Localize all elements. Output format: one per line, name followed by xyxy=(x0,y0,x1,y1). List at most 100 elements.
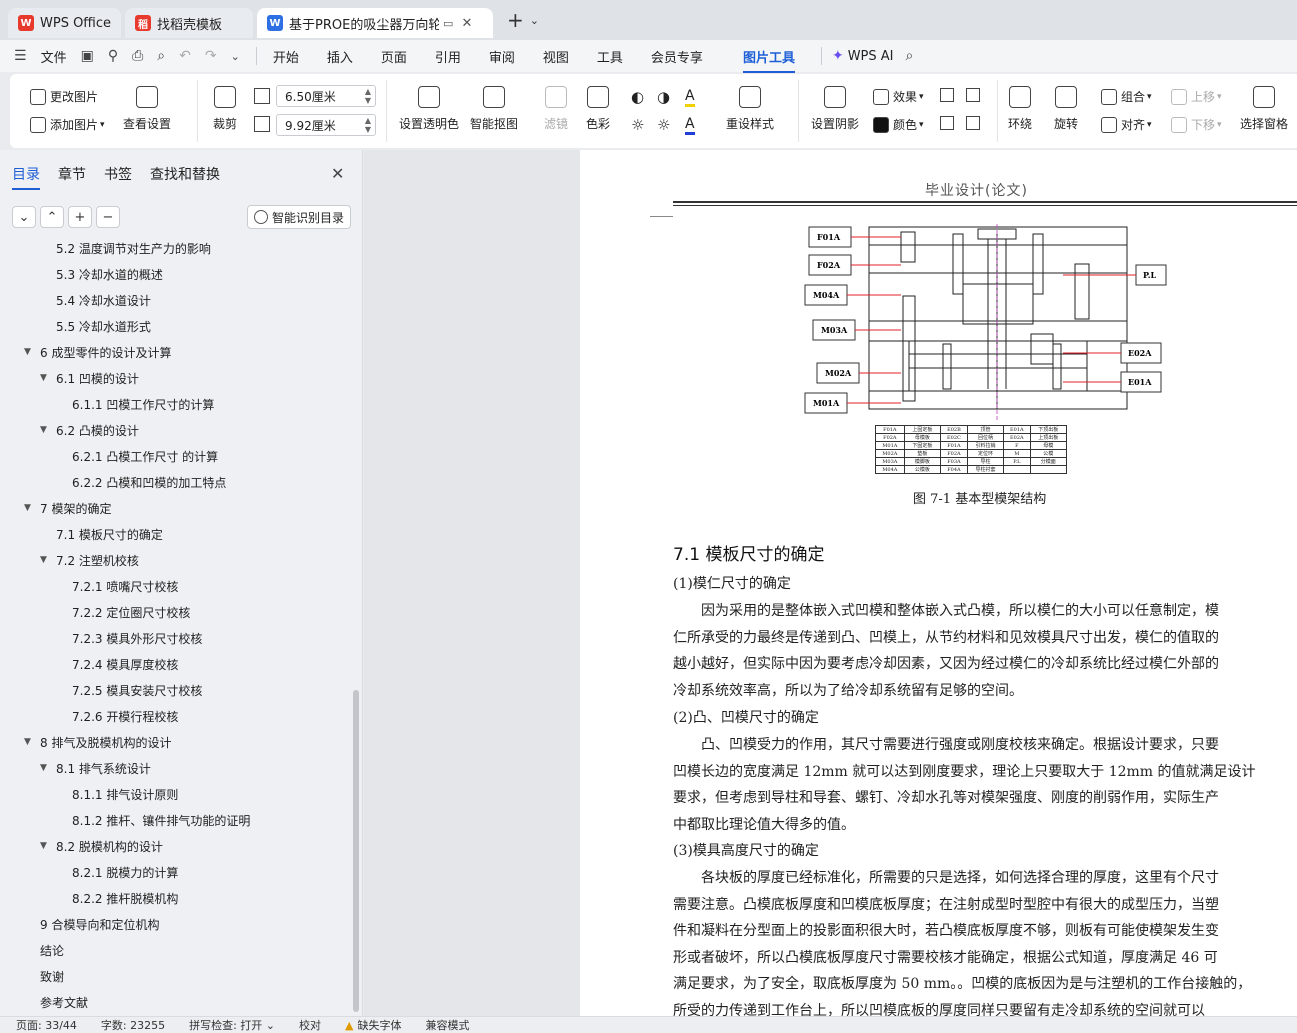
menu-review[interactable]: 审阅 xyxy=(489,47,515,66)
link-icon[interactable]: ⚲ xyxy=(108,48,118,64)
expand-triangle-icon[interactable]: ▼ xyxy=(40,425,50,435)
highlight-icon[interactable]: A xyxy=(685,88,695,107)
toc-item[interactable]: 7.2.1 喷嘴尺寸校核 xyxy=(72,575,178,597)
outline-color-icon[interactable]: A xyxy=(685,116,695,135)
missing-font-button[interactable]: ▲ 缺失字体 xyxy=(345,1017,401,1033)
toc-item[interactable]: 8.2.2 推杆脱模机构 xyxy=(72,887,178,909)
toc-item[interactable]: 8.1.2 推杆、镶件排气功能的证明 xyxy=(72,809,250,831)
crop-button[interactable]: 裁剪 xyxy=(213,86,237,132)
menu-member[interactable]: 会员专享 xyxy=(651,47,703,66)
toc-item[interactable]: 7.2.2 定位圈尺寸校核 xyxy=(72,601,190,623)
toc-item[interactable]: ▼ 8 排气及脱模机构的设计 xyxy=(24,731,171,753)
menu-view[interactable]: 视图 xyxy=(543,47,569,66)
contrast-icon[interactable]: ◑ xyxy=(657,88,670,106)
move-down-button[interactable]: 下移 ▾ xyxy=(1171,116,1222,133)
select-pane-button[interactable]: 选择窗格 xyxy=(1240,86,1288,132)
shadow-down-icon[interactable] xyxy=(966,88,980,102)
expand-triangle-icon[interactable]: ▼ xyxy=(24,737,34,747)
add-image-button[interactable]: 添加图片 ▾ xyxy=(30,116,105,133)
page-indicator[interactable]: 页面: 33/44 xyxy=(16,1017,77,1033)
tab-find-replace[interactable]: 查找和替换 xyxy=(150,164,220,184)
width-input[interactable]: 6.50厘米 ▲ ▼ xyxy=(276,85,376,107)
menu-page[interactable]: 页面 xyxy=(381,47,407,66)
toc-item[interactable]: 6.2.1 凸模工作尺寸 的计算 xyxy=(72,445,218,467)
toc-item[interactable]: 5.3 冷却水道的概述 xyxy=(56,263,163,285)
toc-item[interactable]: 8.1.1 排气设计原则 xyxy=(72,783,178,805)
monitor-icon[interactable]: ▭ xyxy=(443,17,453,30)
toc-item[interactable]: 参考文献 xyxy=(40,991,88,1013)
expand-triangle-icon[interactable]: ▼ xyxy=(40,763,50,773)
change-image-button[interactable]: 更改图片 xyxy=(30,88,98,105)
tab-wps-office[interactable]: W WPS Office xyxy=(8,8,122,38)
toc-item[interactable]: ▼ 8.1 排气系统设计 xyxy=(40,757,151,779)
toc-item[interactable]: ▼ 6 成型零件的设计及计算 xyxy=(24,341,171,363)
proofread-button[interactable]: 校对 xyxy=(299,1017,321,1033)
search-icon[interactable]: ⌕ xyxy=(906,48,914,64)
wrap-button[interactable]: 环绕 xyxy=(1008,86,1032,132)
filter-button[interactable]: 滤镜 xyxy=(544,86,568,132)
spinner-icon[interactable]: ▲ ▼ xyxy=(365,87,371,105)
remove-heading-button[interactable]: − xyxy=(96,206,120,228)
spell-check[interactable]: 拼写检查: 打开 ⌄ xyxy=(189,1017,275,1033)
print-icon[interactable]: ⎙ xyxy=(132,48,143,64)
set-shadow-button[interactable]: 设置阴影 xyxy=(811,86,859,132)
menu-insert[interactable]: 插入 xyxy=(327,47,353,66)
toc-item[interactable]: 7.2.5 模具安装尺寸校核 xyxy=(72,679,202,701)
reset-style-button[interactable]: 重设样式 xyxy=(726,86,774,132)
toc-item[interactable]: ▼ 7 模架的确定 xyxy=(24,497,111,519)
expand-triangle-icon[interactable]: ▼ xyxy=(40,373,50,383)
menu-wps-ai[interactable]: WPS AI xyxy=(848,49,894,64)
toc-item[interactable]: ▼ 6.1 凹模的设计 xyxy=(40,367,139,389)
expand-triangle-icon[interactable]: ▼ xyxy=(24,347,34,357)
toc-item[interactable]: 6.2.2 凸模和凹模的加工特点 xyxy=(72,471,226,493)
height-input[interactable]: 9.92厘米 ▲ ▼ xyxy=(276,114,376,136)
sun-icon[interactable]: ☼ xyxy=(631,116,644,134)
menu-picture-tools[interactable]: 图片工具 xyxy=(742,47,795,73)
fill-color-button[interactable]: 颜色 ▾ xyxy=(873,116,924,133)
shadow-up-icon[interactable] xyxy=(940,88,954,102)
expand-triangle-icon[interactable]: ▼ xyxy=(24,503,34,513)
rotate-button[interactable]: 旋转 xyxy=(1054,86,1078,132)
mold-structure-figure[interactable]: F01A F02A M04A M03A M02A M01A P.L E02A E01A xyxy=(803,224,1168,420)
toc-item[interactable]: 7.2.6 开模行程校核 xyxy=(72,705,178,727)
toc-item[interactable]: 5.2 温度调节对生产力的影响 xyxy=(56,238,211,259)
preview-icon[interactable]: ⌕ xyxy=(157,48,165,64)
menu-tools[interactable]: 工具 xyxy=(597,47,623,66)
view-settings-button[interactable]: 查看设置 xyxy=(123,86,171,132)
hamburger-icon[interactable]: ☰ xyxy=(14,48,27,64)
color-button[interactable]: 色彩 xyxy=(586,86,610,132)
chevron-down-icon[interactable]: ⌄ xyxy=(530,14,539,27)
toc-item[interactable]: 结论 xyxy=(40,939,64,961)
shadow-right-icon[interactable] xyxy=(966,116,980,130)
toc-scrollbar[interactable] xyxy=(353,690,359,1012)
tab-document[interactable]: W 基于PROE的吸尘器万向轮注 ▭ ✕ xyxy=(257,8,494,38)
toc-item[interactable]: 7.2.3 模具外形尺寸校核 xyxy=(72,627,202,649)
save-icon[interactable]: ▣ xyxy=(81,48,94,64)
toc-item[interactable]: 8.2.1 脱模力的计算 xyxy=(72,861,178,883)
expand-triangle-icon[interactable]: ▼ xyxy=(40,841,50,851)
document-page[interactable]: 毕业设计(论文) F01A F02A M04A M03A M02A M01A P… xyxy=(580,150,1297,1016)
toc-item[interactable]: 9 合模导向和定位机构 xyxy=(40,913,159,935)
smart-toc-button[interactable]: 智能识别目录 xyxy=(247,205,352,229)
effect-button[interactable]: 效果 ▾ xyxy=(873,88,924,105)
toc-item[interactable]: ▼ 8.2 脱模机构的设计 xyxy=(40,835,163,857)
add-heading-button[interactable]: + xyxy=(68,206,92,228)
set-transparent-button[interactable]: 设置透明色 xyxy=(399,86,459,132)
tab-chapter[interactable]: 章节 xyxy=(58,164,86,184)
smart-cutout-button[interactable]: 智能抠图 xyxy=(470,86,518,132)
expand-triangle-icon[interactable]: ▼ xyxy=(40,555,50,565)
expand-up-button[interactable]: ⌃ xyxy=(40,206,64,228)
toc-item[interactable]: 致谢 xyxy=(40,965,64,987)
shadow-left-icon[interactable] xyxy=(940,116,954,130)
toc-item[interactable]: 5.4 冷却水道设计 xyxy=(56,289,151,311)
close-icon[interactable]: ✕ xyxy=(461,16,472,31)
menu-reference[interactable]: 引用 xyxy=(435,47,461,66)
menu-home[interactable]: 开始 xyxy=(273,47,299,66)
toc-item[interactable]: ▼ 7.2 注塑机校核 xyxy=(40,549,139,571)
undo-icon[interactable]: ↶ xyxy=(179,48,191,64)
group-button[interactable]: 组合 ▾ xyxy=(1101,88,1152,105)
toc-item[interactable]: ▼ 6.2 凸模的设计 xyxy=(40,419,139,441)
collapse-button[interactable]: ⌄ xyxy=(12,206,36,228)
toc-item[interactable]: 7.1 模板尺寸的确定 xyxy=(56,523,163,545)
chevron-down-icon[interactable]: ⌄ xyxy=(231,50,240,63)
